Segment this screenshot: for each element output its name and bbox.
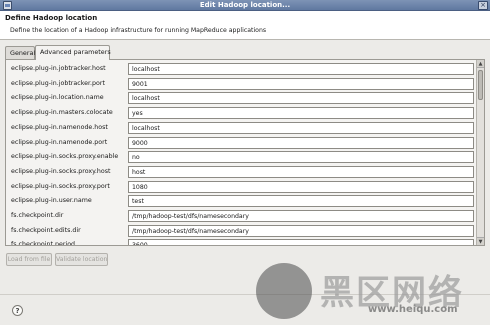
parameter-row: eclipse.plug-in.socks.proxy.host host [6,165,474,179]
parameter-name: eclipse.plug-in.jobtracker.port [11,79,105,87]
parameter-name: eclipse.plug-in.location.name [11,94,104,102]
parameter-value-input[interactable]: localhost [128,92,474,105]
parameter-name: eclipse.plug-in.socks.proxy.host [11,167,111,175]
parameter-value-input[interactable]: /tmp/hadoop-test/dfs/namesecondary [128,210,474,222]
watermark: 黑区网络 www.heiqu.com [256,263,488,321]
parameter-value-input[interactable]: localhost [128,121,474,134]
parameter-value-input[interactable]: /tmp/hadoop-test/dfs/namesecondary [128,224,474,237]
tab-general[interactable]: General [5,46,35,59]
parameter-row: fs.checkpoint.period 3600 [6,238,474,246]
parameter-name: eclipse.plug-in.user.name [11,197,92,205]
help-icon[interactable]: ? [12,305,23,316]
parameter-row: eclipse.plug-in.jobtracker.host localhost [6,62,474,76]
parameter-value-input[interactable]: localhost [128,63,474,75]
parameter-row: eclipse.plug-in.location.name localhost [6,91,474,105]
scroll-down-icon[interactable]: ▼ [477,237,484,245]
parameter-value-input[interactable]: host [128,165,474,178]
tab-advanced-parameters[interactable]: Advanced parameters [35,45,111,60]
parameter-value-input[interactable]: yes [128,107,474,120]
parameter-row: eclipse.plug-in.user.name test [6,194,474,208]
title-bar: Edit Hadoop location... × [0,0,490,11]
load-from-file-button[interactable]: Load from file [6,253,52,266]
scroll-up-icon[interactable]: ▲ [477,60,484,68]
parameter-value-input[interactable]: 9001 [128,77,474,90]
parameter-row: eclipse.plug-in.socks.proxy.enable no [6,150,474,164]
watermark-logo [256,263,312,319]
watermark-url: www.heiqu.com [368,304,458,315]
parameter-row: eclipse.plug-in.namenode.port 9000 [6,136,474,150]
parameter-name: eclipse.plug-in.jobtracker.host [11,65,106,72]
parameter-value-input[interactable]: 1080 [128,180,474,193]
parameter-name: eclipse.plug-in.namenode.host [11,123,108,131]
parameter-name: eclipse.plug-in.masters.colocate [11,109,113,117]
validate-location-button[interactable]: Validate location [55,253,108,266]
parameter-row: eclipse.plug-in.jobtracker.port 9001 [6,77,474,91]
parameter-value-input[interactable]: 9000 [128,136,474,149]
parameter-name: fs.checkpoint.edits.dir [11,226,81,234]
parameter-value-input[interactable]: test [128,195,474,208]
parameter-value-input[interactable]: no [128,151,474,164]
advanced-parameters-panel: eclipse.plug-in.jobtracker.host localhost… [5,59,485,246]
parameter-value-input[interactable]: 3600 [128,239,474,245]
parameter-row: eclipse.plug-in.socks.proxy.port 1080 [6,180,474,194]
scroll-thumb[interactable] [478,70,483,100]
header-description: Define the location of a Hadoop infrastr… [10,27,267,34]
parameter-name: fs.checkpoint.dir [11,212,64,219]
window-title: Edit Hadoop location... [199,1,291,9]
parameter-name: eclipse.plug-in.socks.proxy.port [11,182,110,190]
parameter-row: eclipse.plug-in.namenode.host localhost [6,121,474,135]
header-title: Define Hadoop location [5,14,98,22]
close-button[interactable]: × [478,1,488,10]
dialog-header: Define Hadoop location Define the locati… [0,11,490,40]
parameter-name: fs.checkpoint.period [11,241,76,246]
parameter-row: fs.checkpoint.edits.dir/tmp/hadoop-test/… [6,224,474,238]
parameter-row: fs.checkpoint.dir/tmp/hadoop-test/dfs/na… [6,209,474,223]
vertical-scrollbar[interactable]: ▲ ▼ [476,60,484,245]
parameter-name: eclipse.plug-in.namenode.port [11,138,108,146]
parameter-name: eclipse.plug-in.socks.proxy.enable [11,153,119,161]
parameter-row: eclipse.plug-in.masters.colocate yes [6,106,474,120]
